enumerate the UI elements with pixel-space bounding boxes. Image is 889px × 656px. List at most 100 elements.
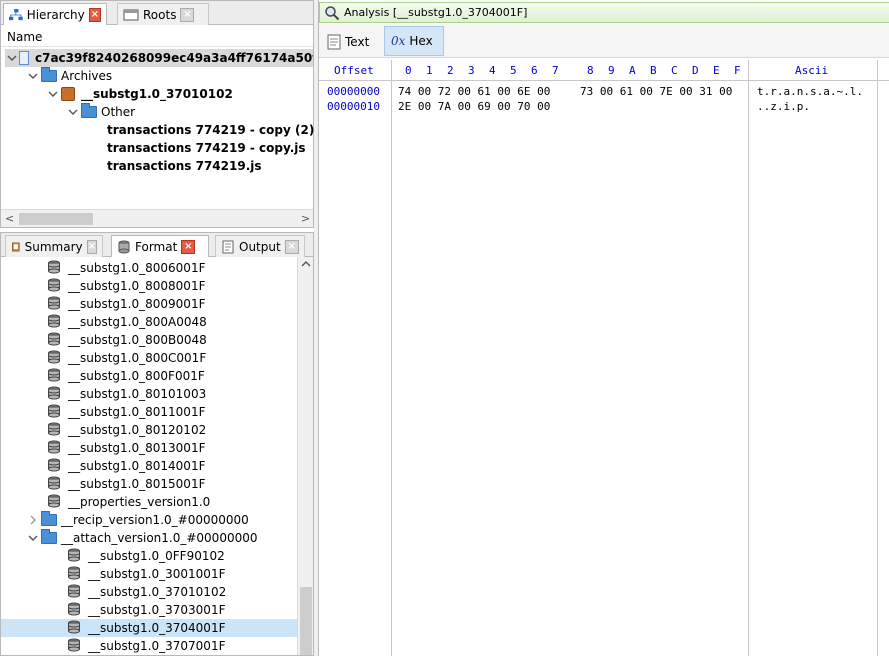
tree-stream-item[interactable]: __substg1.0_3704001F xyxy=(1,619,297,637)
tree-item-label: __substg1.0_800B0048 xyxy=(68,333,207,347)
tree-stream-item[interactable]: __substg1.0_8013001F xyxy=(1,439,297,457)
tree-stream-item[interactable]: __substg1.0_3703001F xyxy=(1,601,297,619)
hex-column-header: 6 xyxy=(531,64,538,77)
close-format-tab-icon[interactable]: × xyxy=(181,239,196,254)
chevron-down-icon[interactable] xyxy=(45,85,61,103)
hierarchy-icon xyxy=(9,8,23,20)
database-icon xyxy=(67,602,88,619)
tree-stream-item[interactable]: __substg1.0_37010102 xyxy=(1,583,297,601)
chevron-down-icon[interactable] xyxy=(5,49,19,67)
text-view-label: Text xyxy=(345,35,370,49)
tree-folder-item[interactable]: __attach_version1.0_#00000000 xyxy=(1,529,297,547)
header-divider xyxy=(1,46,313,47)
close-hierarchy-tab-icon[interactable]: × xyxy=(88,7,101,22)
tree-stream-item[interactable]: __substg1.0_80101003 xyxy=(1,385,297,403)
row-hex-left[interactable]: 74 00 72 00 61 00 6E 00 xyxy=(398,85,550,98)
tab-format[interactable]: Format × xyxy=(111,235,209,257)
close-output-tab-icon[interactable]: × xyxy=(284,239,299,254)
tree-stream-item[interactable]: __substg1.0_80120102 xyxy=(1,421,297,439)
tree-stream-item[interactable]: __substg1.0_8009001F xyxy=(1,295,297,313)
database-icon xyxy=(47,278,68,295)
tree-root[interactable]: c7ac39f8240268099ec49a3a4ff76174a50f1906 xyxy=(5,49,313,67)
tree-file[interactable]: transactions 774219.js xyxy=(107,157,262,175)
tree-stream-item[interactable]: __properties_version1.0 xyxy=(1,493,297,511)
tree-substg-label: __substg1.0_37010102 xyxy=(81,87,233,101)
scroll-right-icon[interactable]: > xyxy=(301,212,310,225)
hex-view[interactable]: Offset 0123456789ABCDEF Ascii 00000000 7… xyxy=(319,60,889,656)
tree-other[interactable]: Other xyxy=(65,103,135,121)
hex-column-header: 8 xyxy=(587,64,594,77)
tree-stream-item[interactable]: __substg1.0_8011001F xyxy=(1,403,297,421)
tree-stream-item[interactable]: __substg1.0_800F001F xyxy=(1,367,297,385)
tree-item-label: __substg1.0_80120102 xyxy=(68,423,207,437)
tab-summary-label: Summary xyxy=(24,239,83,254)
tree-stream-item[interactable]: __substg1.0_3707001F xyxy=(1,637,297,655)
tree-stream-item[interactable]: __substg1.0_8014001F xyxy=(1,457,297,475)
tree-stream-item[interactable]: __substg1.0_800C001F xyxy=(1,349,297,367)
tree-stream-item[interactable]: __substg1.0_3001001F xyxy=(1,565,297,583)
scroll-left-icon[interactable]: < xyxy=(5,212,14,225)
file-icon xyxy=(19,51,29,65)
text-view-button[interactable]: Text xyxy=(323,28,379,56)
tree-stream-item[interactable]: __substg1.0_8006001F xyxy=(1,259,297,277)
database-icon xyxy=(47,296,68,313)
hex-icon: 0x xyxy=(391,34,406,48)
tree-folder-item[interactable]: __recip_version1.0_#00000000 xyxy=(1,511,297,529)
offset-divider xyxy=(391,60,392,656)
row-hex-left[interactable]: 2E 00 7A 00 69 00 70 00 xyxy=(398,100,550,113)
analysis-title-bar: Analysis [__substg1.0_3704001F] xyxy=(319,2,889,23)
hex-column-header: 5 xyxy=(510,64,517,77)
tab-output-label: Output xyxy=(239,239,281,254)
tree-item-label: __substg1.0_8015001F xyxy=(68,477,206,491)
tree-archives[interactable]: Archives xyxy=(25,67,112,85)
chevron-down-icon[interactable] xyxy=(25,67,41,85)
hex-column-headers: 0 1 2 3 4 5 6 7 8 9 A B C D E F xyxy=(319,64,749,78)
tree-item-label: __substg1.0_8014001F xyxy=(68,459,206,473)
tab-summary[interactable]: Summary × xyxy=(5,235,103,257)
hex-view-button[interactable]: 0x Hex xyxy=(384,26,444,56)
close-roots-tab-icon[interactable]: × xyxy=(180,7,195,22)
hex-column-header: 4 xyxy=(489,64,496,77)
format-vertical-scrollbar[interactable] xyxy=(297,257,313,655)
output-icon xyxy=(222,240,234,253)
tab-roots[interactable]: Roots × xyxy=(117,3,209,25)
chevron-right-icon[interactable] xyxy=(25,511,41,529)
vscroll-thumb[interactable] xyxy=(300,587,312,655)
tree-item-label: __substg1.0_8006001F xyxy=(68,261,206,275)
tree-file[interactable]: transactions 774219 - copy (2).js xyxy=(107,121,330,139)
analysis-title: Analysis [__substg1.0_3704001F] xyxy=(344,6,528,19)
tab-hierarchy[interactable]: Hierarchy × xyxy=(3,3,107,25)
tree-stream-item[interactable]: __substg1.0_8008001F xyxy=(1,277,297,295)
hex-column-header: 1 xyxy=(426,64,433,77)
format-icon xyxy=(118,240,130,253)
tree-file-label: transactions 774219.js xyxy=(107,159,262,173)
row-ascii[interactable]: t.r.a.n.s.a.~.l. xyxy=(757,85,863,98)
chevron-down-icon[interactable] xyxy=(25,529,41,547)
tree-item-label: __substg1.0_37010102 xyxy=(88,585,227,599)
scroll-up-icon[interactable] xyxy=(301,259,311,272)
tab-output[interactable]: Output × xyxy=(215,235,305,257)
tree-item-label: __substg1.0_3707001F xyxy=(88,639,226,653)
row-offset: 00000010 xyxy=(327,100,380,113)
name-column-header[interactable]: Name xyxy=(7,30,42,44)
database-icon xyxy=(47,458,68,475)
tree-stream-item[interactable]: __substg1.0_800B0048 xyxy=(1,331,297,349)
row-hex-right[interactable]: 73 00 61 00 7E 00 31 00 xyxy=(580,85,732,98)
row-ascii[interactable]: ..z.i.p. xyxy=(757,100,810,113)
tree-file[interactable]: transactions 774219 - copy.js xyxy=(107,139,306,157)
database-icon xyxy=(47,260,68,277)
tree-stream-item[interactable]: __substg1.0_0FF90102 xyxy=(1,547,297,565)
tree-item-label: __substg1.0_8008001F xyxy=(68,279,206,293)
close-summary-tab-icon[interactable]: × xyxy=(86,239,97,254)
hierarchy-horizontal-scrollbar[interactable]: < > xyxy=(1,209,313,227)
tree-item-label: __properties_version1.0 xyxy=(68,495,211,509)
database-icon xyxy=(67,548,88,565)
database-icon xyxy=(47,332,68,349)
database-icon xyxy=(47,350,68,367)
tree-substg[interactable]: __substg1.0_37010102 xyxy=(45,85,233,103)
chevron-down-icon[interactable] xyxy=(65,103,81,121)
tree-item-label: __substg1.0_8011001F xyxy=(68,405,206,419)
tree-stream-item[interactable]: __substg1.0_8015001F xyxy=(1,475,297,493)
tree-stream-item[interactable]: __substg1.0_800A0048 xyxy=(1,313,297,331)
hscroll-thumb[interactable] xyxy=(19,213,93,225)
